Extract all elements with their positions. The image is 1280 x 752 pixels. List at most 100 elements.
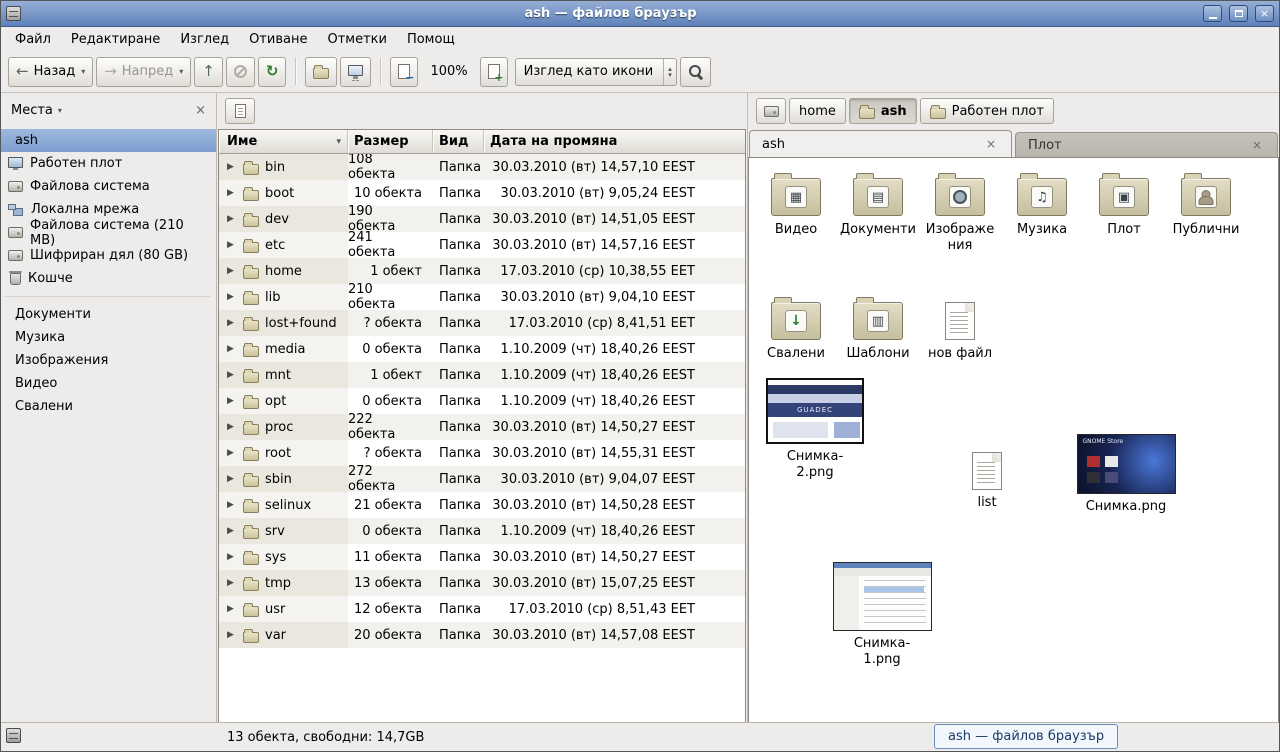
computer-button[interactable] (340, 57, 371, 87)
table-row[interactable]: ▶ dev 190 обекта Папка 30.03.2010 (вт) 1… (219, 206, 745, 232)
folder-item[interactable]: Свалени (755, 296, 837, 362)
table-row[interactable]: ▶ bin 108 обекта Папка 30.03.2010 (вт) 1… (219, 154, 745, 180)
column-header-size[interactable]: Размер (348, 130, 433, 153)
tab-ash[interactable]: ash × (749, 130, 1012, 157)
table-row[interactable]: ▶ opt 0 обекта Папка 1.10.2009 (чт) 18,4… (219, 388, 745, 414)
file-item-snimka[interactable]: GNOME Store Снимка.png (1076, 434, 1176, 515)
expander-icon[interactable]: ▶ (227, 188, 237, 198)
expander-icon[interactable]: ▶ (227, 474, 237, 484)
tab-close-icon[interactable]: × (983, 136, 999, 152)
table-row[interactable]: ▶ media 0 обекта Папка 1.10.2009 (чт) 18… (219, 336, 745, 362)
expander-icon[interactable]: ▶ (227, 422, 237, 432)
tab-close-icon[interactable]: × (1249, 137, 1265, 153)
sidebar-item[interactable]: ash (1, 129, 216, 152)
file-item-snimka2[interactable]: GUADEC Снимка-2.png (765, 378, 865, 481)
folder-item[interactable]: Плот (1083, 172, 1165, 254)
table-row[interactable]: ▶ tmp 13 обекта Папка 30.03.2010 (вт) 15… (219, 570, 745, 596)
column-header-name[interactable]: Име ▾ (219, 130, 348, 153)
expander-icon[interactable]: ▶ (227, 396, 237, 406)
folder-item[interactable]: Публични (1165, 172, 1247, 254)
sidebar-item[interactable]: Музика (1, 326, 216, 349)
menu-item[interactable]: Изглед (170, 29, 239, 50)
expander-icon[interactable]: ▶ (227, 552, 237, 562)
path-root-button[interactable] (756, 98, 786, 124)
sidebar-item[interactable]: Видео (1, 372, 216, 395)
sidebar-item[interactable]: Изображения (1, 349, 216, 372)
expander-icon[interactable]: ▶ (227, 214, 237, 224)
table-row[interactable]: ▶ lost+found ? обекта Папка 17.03.2010 (… (219, 310, 745, 336)
table-row[interactable]: ▶ boot 10 обекта Папка 30.03.2010 (вт) 9… (219, 180, 745, 206)
folder-item[interactable]: Изображения (919, 172, 1001, 254)
menu-item[interactable]: Редактиране (61, 29, 170, 50)
table-row[interactable]: ▶ sys 11 обекта Папка 30.03.2010 (вт) 14… (219, 544, 745, 570)
path-button-desktop[interactable]: Работен плот (920, 98, 1054, 124)
sidebar-title[interactable]: Места (11, 103, 53, 118)
table-row[interactable]: ▶ etc 241 обекта Папка 30.03.2010 (вт) 1… (219, 232, 745, 258)
maximize-button[interactable] (1229, 5, 1248, 22)
expander-icon[interactable]: ▶ (227, 604, 237, 614)
forward-button[interactable]: → Напред ▾ (96, 57, 191, 87)
column-header-type[interactable]: Вид (433, 130, 484, 153)
close-button[interactable]: × (1255, 5, 1274, 22)
table-row[interactable]: ▶ usr 12 обекта Папка 17.03.2010 (ср) 8,… (219, 596, 745, 622)
folder-item[interactable]: Документи (837, 172, 919, 254)
sidebar-item[interactable]: Файлова система (1, 175, 216, 198)
reload-button[interactable]: ↻ (258, 57, 287, 87)
expander-icon[interactable]: ▶ (227, 266, 237, 276)
expander-icon[interactable]: ▶ (227, 630, 237, 640)
menu-item[interactable]: Отметки (317, 29, 396, 50)
back-button[interactable]: ← Назад ▾ (8, 57, 93, 87)
file-item-list[interactable]: list (937, 446, 1037, 511)
search-button[interactable] (680, 57, 711, 87)
expander-icon[interactable]: ▶ (227, 318, 237, 328)
sidebar-combo-chevron-icon[interactable]: ▾ (58, 106, 62, 115)
expander-icon[interactable]: ▶ (227, 500, 237, 510)
table-row[interactable]: ▶ proc 222 обекта Папка 30.03.2010 (вт) … (219, 414, 745, 440)
zoom-in-button[interactable] (480, 57, 508, 87)
expander-icon[interactable]: ▶ (227, 448, 237, 458)
sidebar-item[interactable]: Документи (1, 303, 216, 326)
file-item-snimka1[interactable]: Снимка-1.png (832, 562, 932, 668)
panel-launcher-icon[interactable] (6, 728, 21, 743)
path-button-home[interactable]: home (789, 98, 846, 124)
sidebar-item[interactable]: Кошче (1, 267, 216, 290)
sidebar-close-icon[interactable]: × (195, 103, 206, 118)
table-row[interactable]: ▶ srv 0 обекта Папка 1.10.2009 (чт) 18,4… (219, 518, 745, 544)
up-button[interactable]: ↑ (194, 57, 223, 87)
table-row[interactable]: ▶ sbin 272 обекта Папка 30.03.2010 (вт) … (219, 466, 745, 492)
view-mode-select[interactable]: Изглед като икони ▴▾ (515, 58, 677, 86)
taskbar-window-button[interactable]: ash — файлов браузър (934, 724, 1118, 749)
expander-icon[interactable]: ▶ (227, 240, 237, 250)
stop-button[interactable] (226, 57, 255, 87)
table-row[interactable]: ▶ selinux 21 обекта Папка 30.03.2010 (вт… (219, 492, 745, 518)
minimize-button[interactable] (1203, 5, 1222, 22)
path-button-ash[interactable]: ash (849, 98, 917, 124)
back-history-chevron-icon[interactable]: ▾ (81, 67, 85, 76)
location-icon-button[interactable] (225, 98, 255, 124)
sidebar-item[interactable]: Шифриран дял (80 GB) (1, 244, 216, 267)
folder-item[interactable]: Шаблони (837, 296, 919, 362)
expander-icon[interactable]: ▶ (227, 292, 237, 302)
sidebar-item[interactable]: Свалени (1, 395, 216, 418)
tab-plot[interactable]: Плот × (1015, 132, 1278, 157)
file-item-new-file[interactable]: нов файл (919, 296, 1001, 362)
menu-item[interactable]: Файл (5, 29, 61, 50)
table-row[interactable]: ▶ home 1 обект Папка 17.03.2010 (ср) 10,… (219, 258, 745, 284)
expander-icon[interactable]: ▶ (227, 344, 237, 354)
folder-item[interactable]: Музика (1001, 172, 1083, 254)
table-row[interactable]: ▶ root ? обекта Папка 30.03.2010 (вт) 14… (219, 440, 745, 466)
window-menu-icon[interactable] (6, 6, 21, 21)
table-row[interactable]: ▶ var 20 обекта Папка 30.03.2010 (вт) 14… (219, 622, 745, 648)
menu-item[interactable]: Помощ (397, 29, 465, 50)
column-header-modified[interactable]: Дата на промяна (484, 130, 745, 153)
sidebar-item[interactable]: Работен плот (1, 152, 216, 175)
spinner-arrows-icon[interactable]: ▴▾ (663, 59, 676, 85)
sidebar-item[interactable]: Файлова система (210 MB) (1, 221, 216, 244)
menu-item[interactable]: Отиване (239, 29, 317, 50)
folder-item[interactable]: Видео (755, 172, 837, 254)
zoom-out-button[interactable] (390, 57, 418, 87)
home-button[interactable] (305, 57, 337, 87)
table-row[interactable]: ▶ mnt 1 обект Папка 1.10.2009 (чт) 18,40… (219, 362, 745, 388)
expander-icon[interactable]: ▶ (227, 578, 237, 588)
table-row[interactable]: ▶ lib 210 обекта Папка 30.03.2010 (вт) 9… (219, 284, 745, 310)
